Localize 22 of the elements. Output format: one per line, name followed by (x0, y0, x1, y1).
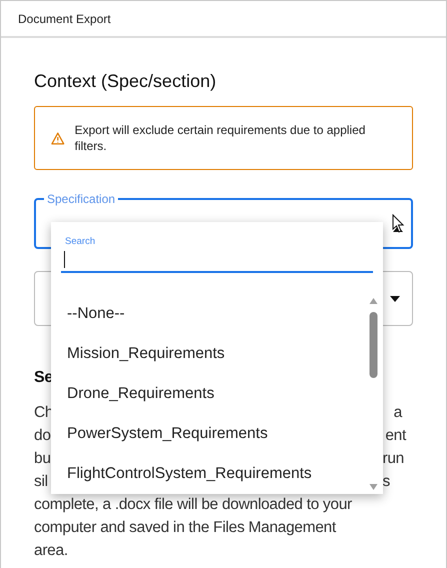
description-text: computer and saved in the Files Management (34, 518, 336, 536)
dropdown-option[interactable]: --None-- (67, 294, 383, 334)
warning-text: Export will exclude certain requirements due to applied filters. (74, 122, 366, 154)
description-text: a (394, 404, 402, 422)
description-text: s (382, 472, 390, 490)
dropdown-option[interactable]: FlightControlSystem_Requirements (67, 454, 383, 494)
caret-icon (390, 296, 400, 302)
warning-icon (51, 132, 65, 144)
description-text: sil (34, 472, 48, 490)
section-heading: Context (Spec/section) (34, 70, 218, 93)
description-text: area. (34, 542, 68, 560)
description-text: do (34, 426, 51, 444)
description-text: bu (34, 450, 51, 468)
description-text: run (382, 450, 404, 468)
pointer-icon (392, 214, 406, 234)
window-title: Document Export (18, 12, 111, 26)
description-text: complete, a .docx file will be downloaded to your (34, 496, 352, 514)
description-text: ent (385, 426, 406, 444)
dropdown-option[interactable]: Drone_Requirements (67, 374, 383, 414)
dropdown-option[interactable]: PowerSystem_Requirements (67, 414, 383, 454)
scrollbar[interactable] (368, 296, 379, 492)
dropdown-option[interactable]: Mission_Requirements (67, 334, 383, 374)
